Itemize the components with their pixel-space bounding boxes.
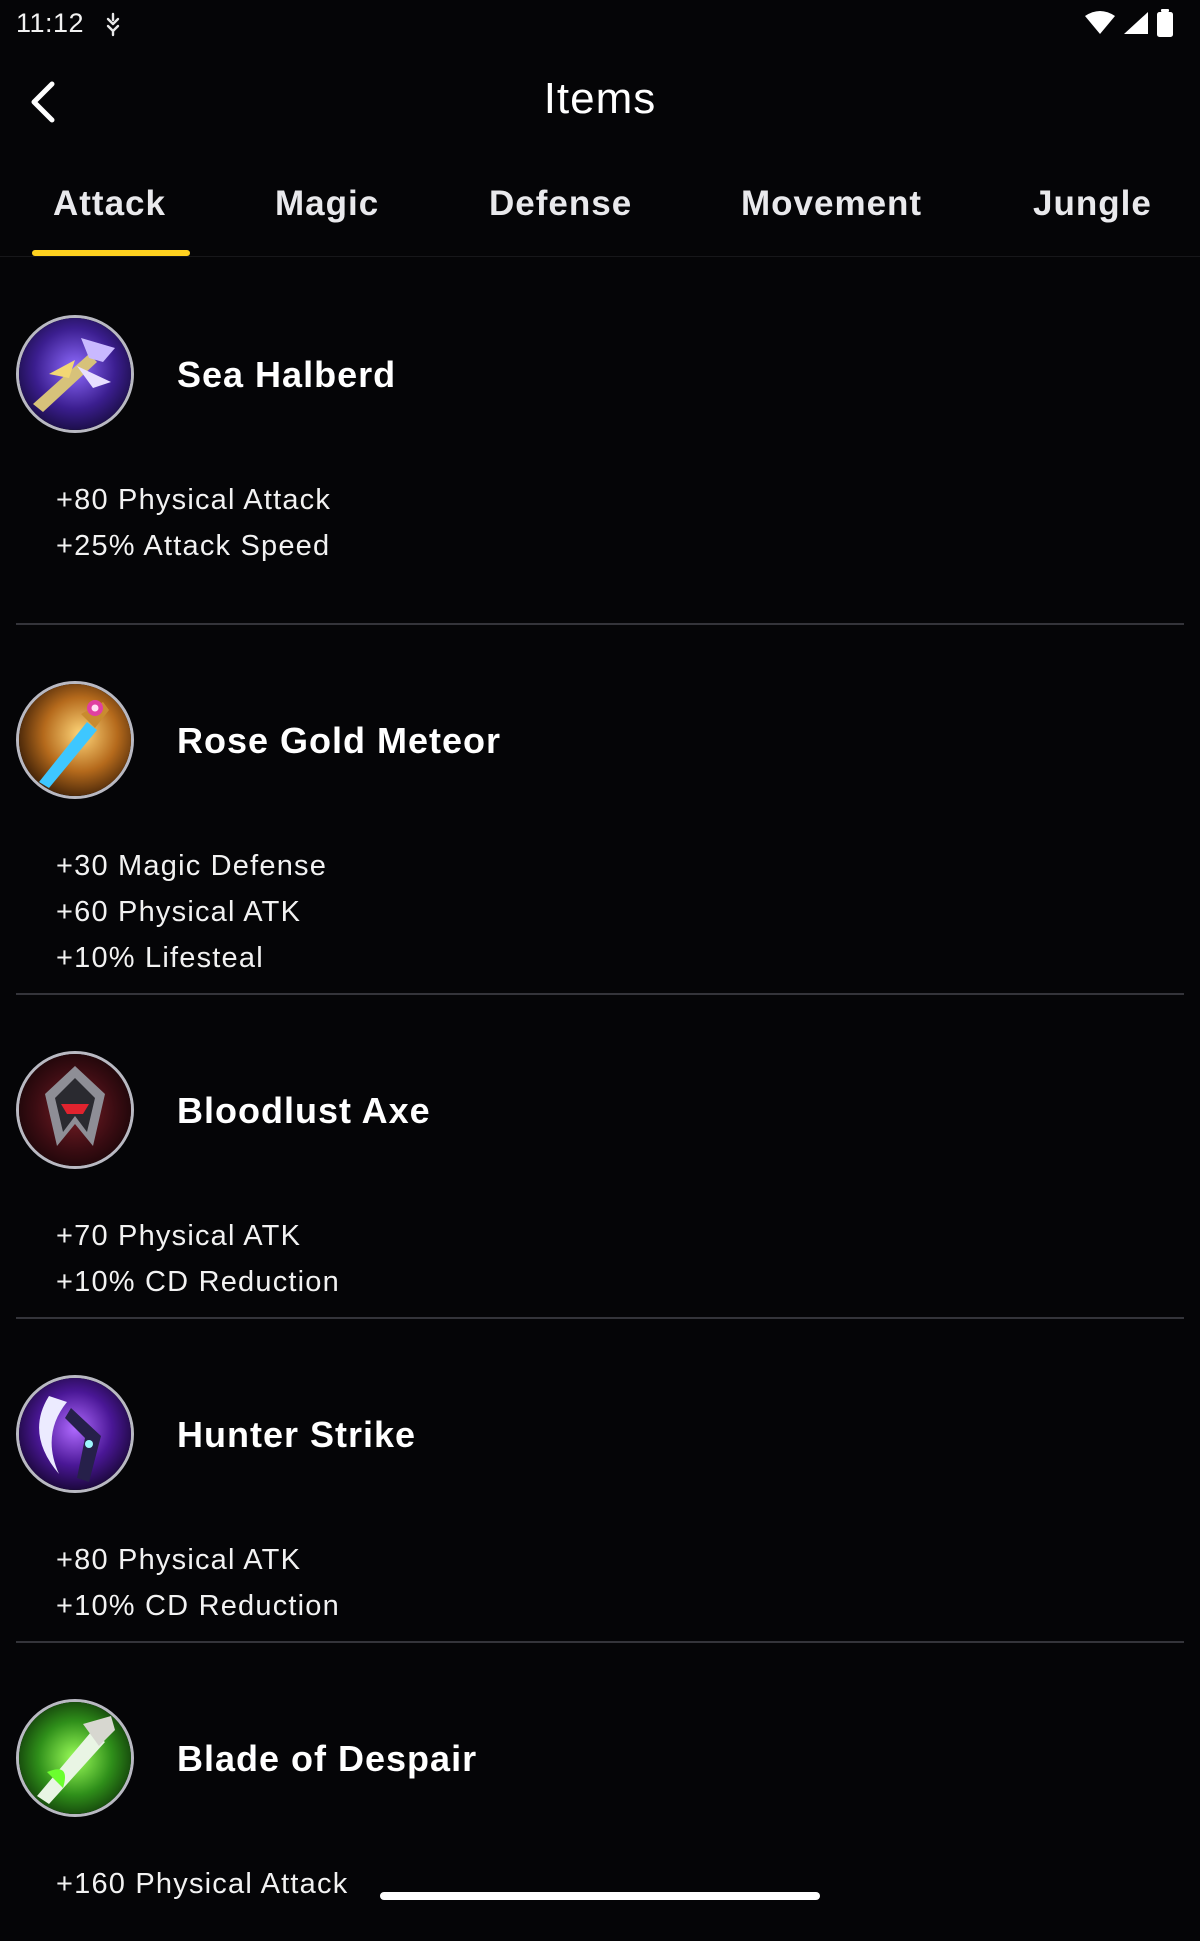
tab-bar: Attack Magic Defense Movement Jungle [0,160,1200,257]
scythe-icon [16,1375,134,1493]
item-stats: +80 Physical ATK +10% CD Reduction [56,1537,340,1629]
halberd-icon [16,315,134,433]
item-name: Blade of Despair [177,1738,478,1779]
item-stats: +80 Physical Attack +25% Attack Speed [56,477,331,569]
wifi-icon [1084,10,1116,41]
app-bar: Items [0,52,1200,156]
notification-icon [100,10,126,38]
item-stats: +160 Physical Attack [56,1861,348,1907]
item-stats: +70 Physical ATK +10% CD Reduction [56,1213,340,1305]
list-item[interactable]: Rose Gold Meteor +30 Magic Defense +60 P… [16,623,1184,995]
item-stats: +30 Magic Defense +60 Physical ATK +10% … [56,843,327,981]
stat-line: +80 Physical ATK [56,1544,302,1576]
item-name: Hunter Strike [177,1414,417,1455]
home-indicator[interactable] [380,1892,820,1900]
stat-line: +30 Magic Defense [56,850,328,882]
list-item[interactable]: Sea Halberd +80 Physical Attack +25% Att… [16,257,1184,625]
stat-line: +60 Physical ATK [56,896,302,928]
signal-icon [1122,10,1150,41]
tab-jungle[interactable]: Jungle [1033,184,1152,224]
page-title: Items [543,74,657,123]
stat-line: +25% Attack Speed [56,530,331,562]
tab-defense[interactable]: Defense [489,184,632,224]
tab-selected-indicator [32,250,190,256]
meteor-sword-icon [16,681,134,799]
status-icons [1084,8,1174,42]
blade-icon [16,1699,134,1817]
stat-line: +10% CD Reduction [56,1590,340,1622]
status-time: 11:12 [16,8,85,38]
stat-line: +160 Physical Attack [56,1868,349,1900]
item-name: Sea Halberd [177,354,397,395]
tab-movement[interactable]: Movement [741,184,922,224]
item-name: Rose Gold Meteor [177,720,502,761]
tab-attack[interactable]: Attack [53,184,166,224]
stat-line: +70 Physical ATK [56,1220,302,1252]
list-item[interactable]: Bloodlust Axe +70 Physical ATK +10% CD R… [16,993,1184,1319]
battery-icon [1156,8,1174,42]
status-bar: 11:12 [0,0,1200,52]
stat-line: +80 Physical Attack [56,484,332,516]
stat-line: +10% Lifesteal [56,942,264,974]
tab-magic[interactable]: Magic [275,184,379,224]
axe-icon [16,1051,134,1169]
stat-line: +10% CD Reduction [56,1266,340,1298]
list-item[interactable]: Hunter Strike +80 Physical ATK +10% CD R… [16,1317,1184,1643]
item-name: Bloodlust Axe [177,1090,431,1131]
